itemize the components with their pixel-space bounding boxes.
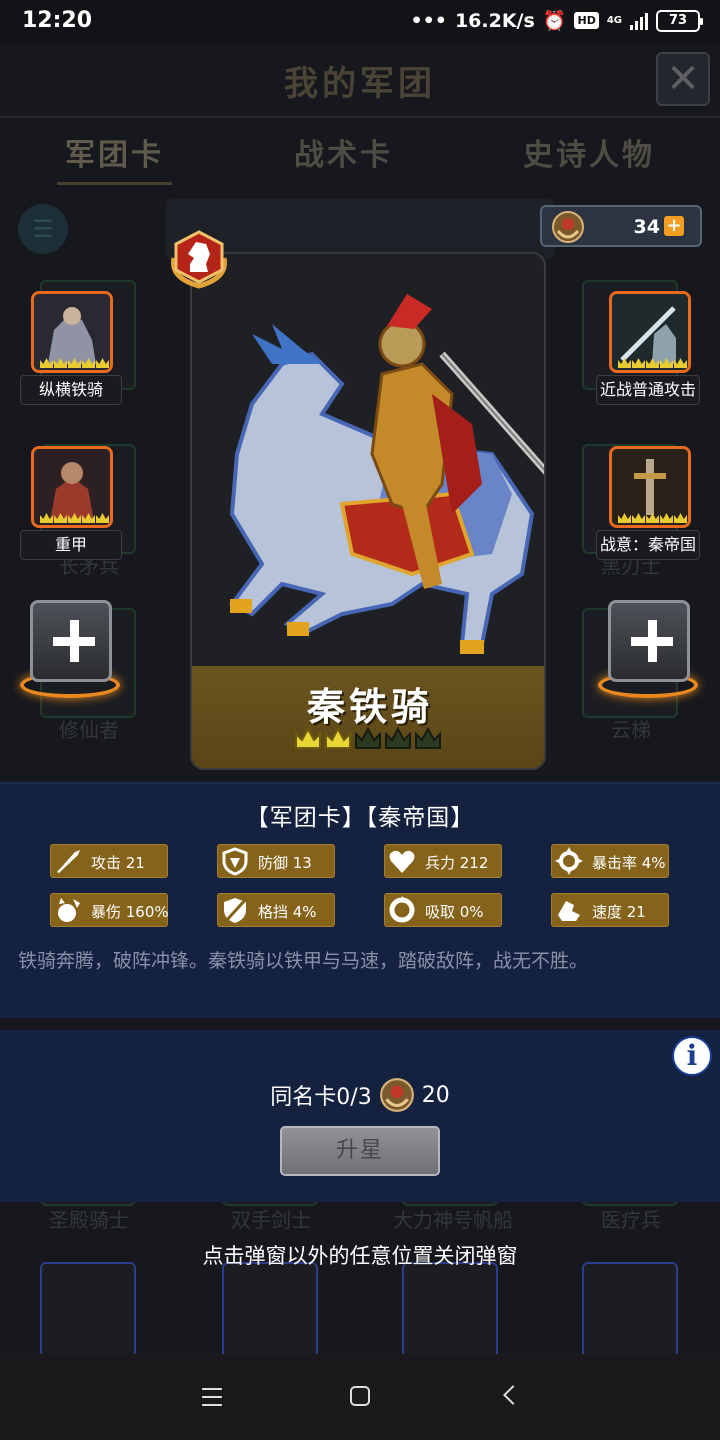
bg-card-label: 大力神号帆船 — [393, 1208, 513, 1232]
stat-value: 速度 21 — [592, 903, 646, 921]
divider — [0, 116, 720, 118]
star-filled-icon — [325, 726, 351, 749]
stat-lifesteal: 吸取 0% — [384, 893, 502, 927]
dots-icon: ••• — [410, 9, 447, 32]
card-name: 秦铁骑 — [306, 685, 433, 729]
page-title: 我的军团 — [284, 64, 436, 104]
info-icon[interactable]: i — [672, 1036, 712, 1076]
alarm-icon: ⏰ — [542, 10, 567, 32]
attack-icon — [57, 850, 80, 873]
lifesteal-icon — [389, 896, 415, 923]
card-tags: 【军团卡】【秦帝国】 — [245, 805, 475, 831]
slot-stars — [618, 358, 687, 368]
bg-card-label: 医疗兵 — [601, 1208, 661, 1232]
back-icon[interactable] — [503, 1385, 523, 1405]
stat-value: 吸取 0% — [425, 903, 484, 921]
net-speed: 16.2K/s — [454, 9, 535, 32]
bg-card-label: 双手剑士 — [231, 1208, 311, 1232]
tab-epic-heroes[interactable]: 史诗人物 — [515, 130, 663, 185]
card-name-plate: 秦铁骑 — [192, 666, 544, 768]
stat-value: 防御 13 — [258, 854, 312, 872]
bg-card-label: 云梯 — [611, 718, 651, 742]
hd-icon: HD — [574, 12, 599, 29]
cavalry-artwork — [192, 254, 544, 668]
tab-tactic-cards[interactable]: 战术卡 — [286, 130, 401, 185]
badge-currency[interactable]: 34 + — [540, 205, 702, 247]
skill-slot[interactable] — [31, 446, 113, 528]
block-icon — [224, 897, 248, 923]
tab-legion-cards[interactable]: 军团卡 — [57, 130, 172, 185]
stat-value: 暴伤 160% — [91, 903, 169, 921]
speed-icon — [558, 901, 580, 921]
add-slot-button[interactable] — [608, 600, 690, 682]
tab-bar: 军团卡 战术卡 史诗人物 — [0, 130, 720, 185]
slot-stars — [40, 513, 109, 523]
star-empty-icon — [355, 726, 381, 749]
skill-slot[interactable] — [609, 291, 691, 373]
status-bar: 12:20 ••• 16.2K/s ⏰ HD 4G 73 — [0, 0, 720, 44]
duplicate-cards-count: 同名卡0/3 — [270, 1085, 372, 1110]
card-description: 铁骑奔腾，破阵冲锋。秦铁骑以铁甲与马速，踏破敌阵，战无不胜。 — [18, 950, 589, 972]
recent-apps-icon[interactable] — [202, 1388, 222, 1406]
status-icons: ••• 16.2K/s ⏰ HD 4G 73 — [410, 9, 703, 32]
star-empty-icon — [385, 726, 411, 749]
crit-damage-icon — [58, 898, 80, 922]
close-hint[interactable]: 点击弹窗以外的任意位置关闭弹窗 — [0, 1240, 720, 1270]
star-empty-icon — [415, 726, 441, 749]
menu-icon[interactable]: ☰ — [18, 204, 68, 254]
heart-icon — [389, 850, 415, 873]
stat-value: 兵力 212 — [425, 854, 489, 872]
add-slot-button[interactable] — [30, 600, 112, 682]
duplicate-cards-row: 同名卡0/3 20 — [0, 1076, 720, 1114]
card-frame: 秦铁骑 — [190, 252, 546, 770]
bg-card-label: 圣殿骑士 — [49, 1208, 129, 1232]
laurel-emblem-icon — [552, 211, 584, 243]
navigation-bar — [0, 1354, 720, 1440]
upgrade-panel — [0, 1030, 720, 1202]
skill-slot[interactable] — [31, 291, 113, 373]
slot-label: 纵横铁骑 — [20, 375, 122, 405]
close-icon[interactable]: ✕ — [656, 52, 710, 106]
stat-attack: 攻击 21 — [50, 844, 168, 878]
signal-icon — [630, 12, 648, 30]
skill-slot[interactable] — [609, 446, 691, 528]
info-panel: 【军团卡】【秦帝国】 攻击 21 防御 13 兵力 212 暴击率 4% 暴伤 … — [0, 782, 720, 1018]
star-filled-icon — [295, 726, 321, 749]
knight-rank-icon — [171, 230, 227, 289]
stat-value: 攻击 21 — [91, 854, 145, 872]
battery-level: 73 — [668, 13, 688, 28]
slot-stars — [618, 513, 687, 523]
stat-speed: 速度 21 — [551, 893, 669, 927]
slot-label: 战意：秦帝国 — [596, 530, 700, 560]
stat-block: 格挡 4% — [217, 893, 335, 927]
slot-label: 重甲 — [20, 530, 122, 560]
home-icon[interactable] — [350, 1386, 370, 1406]
stat-crit-rate: 暴击率 4% — [551, 844, 669, 878]
card-stars — [294, 726, 442, 752]
stat-value: 格挡 4% — [258, 903, 317, 921]
stat-value: 暴击率 4% — [592, 854, 666, 872]
stat-defense: 防御 13 — [217, 844, 335, 878]
stat-crit-damage: 暴伤 160% — [50, 893, 169, 927]
bg-card-label: 修仙者 — [59, 718, 119, 742]
laurel-emblem-icon — [379, 1078, 414, 1112]
plus-icon[interactable]: + — [664, 216, 684, 236]
network-type: 4G — [606, 14, 622, 26]
status-time: 12:20 — [22, 8, 93, 33]
stat-troops: 兵力 212 — [384, 844, 502, 878]
defense-icon — [222, 847, 248, 876]
slot-stars — [40, 358, 109, 368]
slot-label: 近战普通攻击 — [596, 375, 700, 405]
crit-rate-icon — [555, 847, 583, 875]
upgrade-star-button[interactable]: 升星 — [280, 1126, 440, 1176]
currency-value: 34 — [633, 216, 660, 238]
battery-icon: 73 — [656, 9, 703, 32]
upgrade-cost: 20 — [421, 1082, 450, 1108]
